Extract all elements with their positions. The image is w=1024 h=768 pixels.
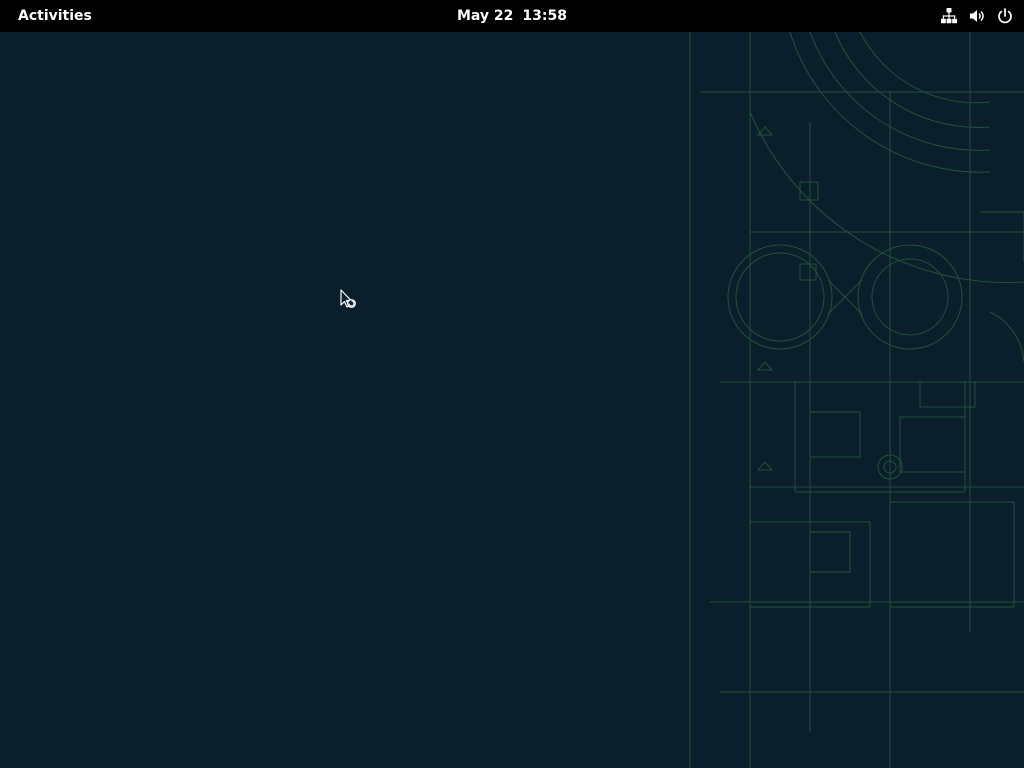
- volume-icon: [970, 10, 984, 22]
- clock-time: 13:58: [522, 8, 567, 24]
- busy-pointer-icon: [340, 289, 356, 308]
- clock-date: May 22: [456, 8, 514, 24]
- network-icon: [941, 8, 957, 24]
- activities-button[interactable]: Activities: [8, 0, 102, 32]
- power-icon: [998, 8, 1012, 24]
- wallpaper-blueprint-art: [689, 32, 1024, 768]
- clock-button[interactable]: May 22 13:58: [454, 0, 570, 32]
- desktop[interactable]: Activities May 22 13:58: [0, 0, 1024, 768]
- top-bar: Activities May 22 13:58: [0, 0, 1024, 32]
- system-tray[interactable]: [930, 0, 1014, 32]
